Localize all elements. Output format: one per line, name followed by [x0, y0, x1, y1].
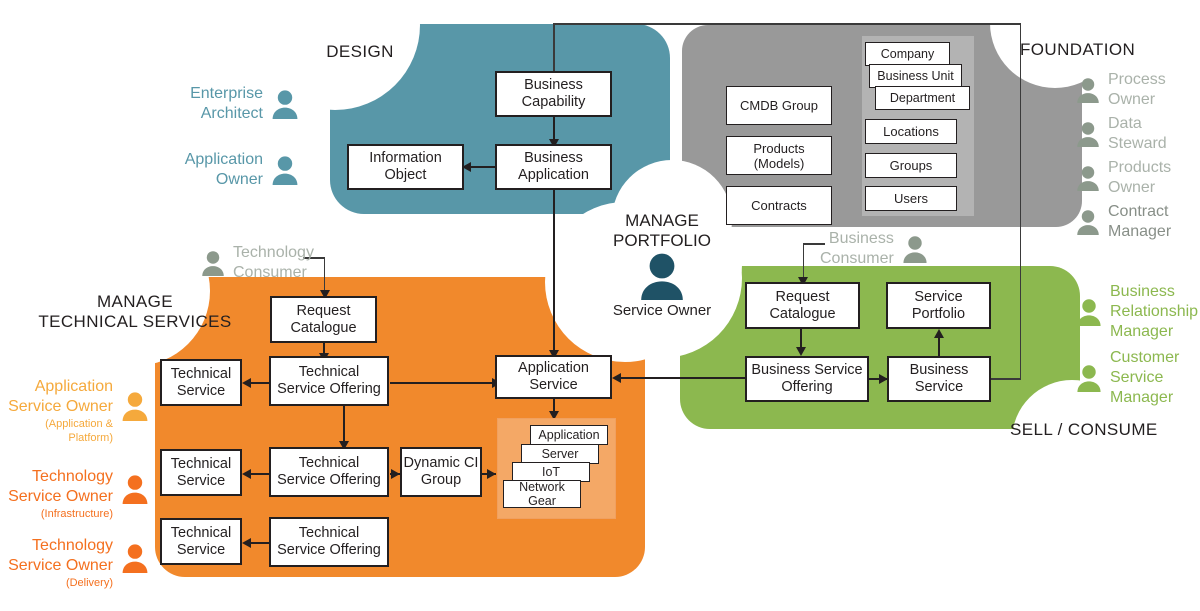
zone-foundation-title: FOUNDATION	[1020, 40, 1136, 59]
conn-bso-appsvc	[620, 377, 753, 379]
node-business-capability[interactable]: Business Capability	[495, 71, 612, 117]
persona-label: Contract Manager	[1108, 203, 1172, 240]
node-business-service[interactable]: Business Service	[887, 356, 991, 402]
persona-business-relationship-manager: Business Relationship Manager	[1075, 282, 1198, 342]
persona-data-steward: Data Steward	[1075, 114, 1167, 154]
persona-business-consumer: Business Consumer	[820, 229, 929, 269]
node-products-models[interactable]: Products (Models)	[726, 136, 832, 175]
hub-title: MANAGE PORTFOLIO	[613, 211, 711, 250]
persona-customer-service-manager: Customer Service Manager	[1075, 348, 1179, 408]
person-icon	[903, 236, 927, 263]
zone-design-title: DESIGN	[326, 42, 394, 61]
persona-technology-consumer: Technology Consumer	[200, 243, 314, 283]
arrow-dcg-cistack	[487, 468, 496, 479]
conn-to-business-service	[986, 378, 1021, 380]
persona-label: Process Owner	[1108, 71, 1166, 108]
node-business-service-offering[interactable]: Business Service Offering	[745, 356, 869, 402]
arrow-tso2-ts2	[242, 468, 251, 479]
persona-label: Application Owner	[184, 151, 263, 188]
zone-sell-title: SELL / CONSUME	[1010, 420, 1158, 439]
conn-bc-up	[553, 23, 555, 71]
persona-label-sub: (Delivery)	[65, 577, 113, 589]
conn-tso1-appsvc	[390, 382, 500, 384]
technical-notch-tl	[60, 216, 210, 366]
node-ci-application[interactable]: Application	[530, 425, 608, 445]
node-technical-service-2[interactable]: Technical Service	[160, 449, 242, 496]
persona-technology-service-owner-delivery: Technology Service Owner (Delivery)	[0, 516, 150, 610]
arrow-tso1-ts1	[242, 377, 251, 388]
persona-label: Business Relationship Manager	[1110, 283, 1199, 340]
service-taxonomy-diagram: DESIGN FOUNDATION MANAGE TECHNICAL SERVI…	[0, 0, 1200, 611]
persona-label-sub: (Application & Platform)	[45, 418, 113, 444]
conn-bc-ba	[553, 117, 555, 141]
node-technical-service-1[interactable]: Technical Service	[160, 359, 242, 406]
node-application-service[interactable]: Application Service	[495, 355, 612, 399]
node-technical-service-offering-1[interactable]: Technical Service Offering	[269, 356, 389, 406]
service-owner-avatar-icon	[641, 253, 683, 300]
person-icon	[1077, 78, 1099, 103]
person-icon	[1077, 365, 1101, 392]
conn-ba-appservice	[553, 190, 555, 352]
arrow-tso3-ts3	[242, 537, 251, 548]
persona-label: Technology Service Owner (Delivery)	[8, 516, 113, 610]
node-technical-service-offering-3[interactable]: Technical Service Offering	[269, 517, 389, 567]
persona-products-owner: Products Owner	[1075, 158, 1171, 198]
persona-process-owner: Process Owner	[1075, 70, 1166, 110]
person-icon	[272, 156, 298, 185]
node-ci-network-gear[interactable]: Network Gear	[503, 480, 581, 508]
conn-foundation-down	[1019, 23, 1021, 379]
person-icon	[1077, 299, 1101, 326]
person-icon	[1077, 122, 1099, 147]
node-business-application[interactable]: Business Application	[495, 144, 612, 190]
persona-application-owner: Application Owner	[170, 150, 300, 190]
node-request-catalogue-sell[interactable]: Request Catalogue	[745, 282, 860, 329]
person-icon	[1077, 210, 1099, 235]
conn-bc-right	[553, 23, 1021, 25]
node-groups[interactable]: Groups	[865, 153, 957, 178]
node-users[interactable]: Users	[865, 186, 957, 211]
node-request-catalogue-technical[interactable]: Request Catalogue	[270, 296, 377, 343]
persona-label-main: Technology Service Owner	[8, 468, 113, 505]
node-business-unit[interactable]: Business Unit	[869, 64, 962, 88]
person-icon	[202, 251, 224, 276]
persona-enterprise-architect: Enterprise Architect	[170, 84, 300, 124]
node-locations[interactable]: Locations	[865, 119, 957, 144]
manage-portfolio-hub: MANAGE PORTFOLIO Service Owner	[577, 211, 747, 319]
node-contracts[interactable]: Contracts	[726, 186, 832, 225]
persona-label: Enterprise Architect	[190, 85, 263, 122]
person-icon	[122, 475, 148, 504]
arrow-bs-sp	[933, 329, 944, 338]
person-icon	[1077, 166, 1099, 191]
persona-label: Customer Service Manager	[1110, 349, 1180, 406]
node-dynamic-ci-group[interactable]: Dynamic CI Group	[400, 447, 482, 497]
persona-label: Business Consumer	[820, 230, 894, 267]
person-icon	[122, 392, 148, 421]
node-ci-iot[interactable]: IoT	[512, 462, 590, 482]
persona-contract-manager: Contract Manager	[1075, 202, 1171, 242]
persona-label-main: Application Service Owner	[8, 378, 113, 415]
node-ci-server[interactable]: Server	[521, 444, 599, 464]
node-cmdb-group[interactable]: CMDB Group	[726, 86, 832, 125]
arrow-grc-bso	[795, 347, 806, 356]
conn-techconsumer-v	[323, 257, 325, 292]
person-icon	[272, 90, 298, 119]
node-department[interactable]: Department	[875, 86, 970, 110]
zone-technical-title: MANAGE TECHNICAL SERVICES	[38, 292, 232, 331]
node-service-portfolio[interactable]: Service Portfolio	[886, 282, 991, 329]
conn-grc-bso	[800, 329, 802, 349]
persona-label-main: Technology Service Owner	[8, 537, 113, 574]
node-company[interactable]: Company	[865, 42, 950, 66]
conn-tso1-tso2	[343, 406, 345, 444]
arrow-tso2-dcg	[391, 468, 400, 479]
persona-label: Data Steward	[1108, 115, 1167, 152]
node-technical-service-3[interactable]: Technical Service	[160, 518, 242, 565]
node-information-object[interactable]: Information Object	[347, 144, 464, 190]
hub-owner-name: Service Owner	[612, 302, 712, 319]
persona-label: Products Owner	[1108, 159, 1172, 196]
conn-bizconsumer-v	[802, 243, 804, 279]
person-icon	[122, 544, 148, 573]
persona-label: Technology Consumer	[233, 244, 314, 281]
node-technical-service-offering-2[interactable]: Technical Service Offering	[269, 447, 389, 497]
arrow-bso-appsvc	[612, 372, 621, 383]
